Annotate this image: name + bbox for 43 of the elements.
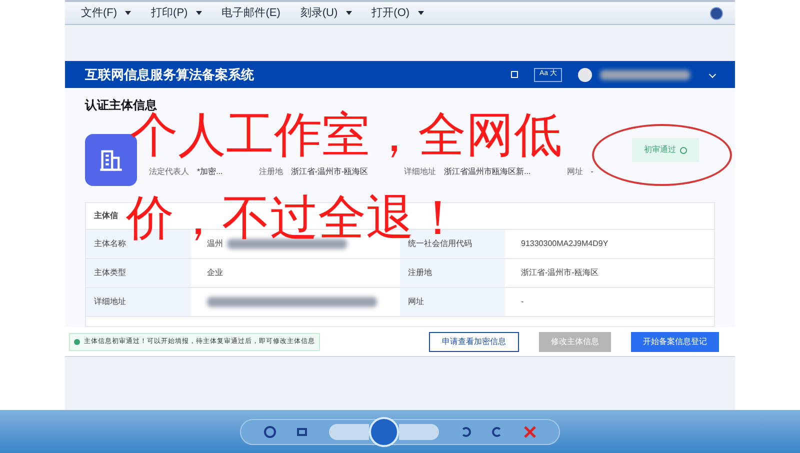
caret-icon	[418, 11, 424, 15]
menu-item[interactable]: 打印(P)	[147, 4, 206, 22]
field-label: 注册地	[258, 166, 283, 178]
table-label-cell: 详细地址	[86, 288, 191, 316]
table-cell: 企业	[207, 267, 223, 279]
help-icon[interactable]	[710, 6, 723, 20]
menu-item[interactable]: 文件(F)	[77, 4, 136, 22]
field-label: 网址	[566, 166, 583, 178]
fit-window-icon[interactable]	[297, 428, 308, 436]
rotate-right-icon[interactable]	[492, 426, 502, 436]
site-title: 互联网信息服务算法备案系统	[85, 66, 254, 84]
action-button[interactable]: 开始备案信息登记	[631, 332, 719, 352]
table-cell-text: 温州	[207, 239, 223, 250]
field-label: 法定代表人	[149, 166, 189, 178]
table-label-cell: 网址	[400, 288, 505, 316]
status-badge: 初审通过	[632, 138, 699, 162]
slideshow-icon[interactable]	[369, 416, 400, 446]
field-value: -	[590, 166, 594, 178]
table-label-cell: 注册地	[400, 259, 505, 287]
menu-item[interactable]: 电子邮件(E)	[218, 4, 284, 22]
field-value: 浙江省-温州市-瓯海区	[290, 166, 368, 178]
overlay-text: 个人工作室，全网低	[130, 112, 562, 160]
table-cell: -	[521, 296, 524, 308]
avatar-icon	[578, 68, 592, 82]
zoom-icon[interactable]	[264, 426, 276, 438]
slideshow-controls[interactable]	[329, 416, 440, 446]
menu-item[interactable]: 刻录(U)	[296, 4, 356, 22]
info-icon	[74, 338, 80, 344]
table-label-cell: 主体类型	[86, 259, 191, 287]
field-value: *加密...	[197, 166, 223, 178]
field-value: 浙江省温州市瓯海区新...	[444, 166, 531, 178]
caret-icon	[125, 11, 132, 15]
caret-icon	[196, 11, 202, 15]
home-icon[interactable]	[511, 71, 518, 78]
table-cell: 浙江省-温州市-瓯海区	[521, 267, 598, 279]
table-cell: 91330300MA2J9M4D9Y	[521, 238, 608, 250]
field-label: 详细地址	[404, 166, 436, 178]
table-title: 主体信	[94, 210, 118, 222]
caret-icon	[346, 11, 352, 15]
section-title: 认证主体信息	[85, 97, 158, 112]
rotate-left-icon[interactable]	[460, 426, 471, 436]
action-button[interactable]: 申请查看加密信息	[429, 332, 519, 352]
menu-item[interactable]: 打开(O)	[368, 4, 428, 22]
